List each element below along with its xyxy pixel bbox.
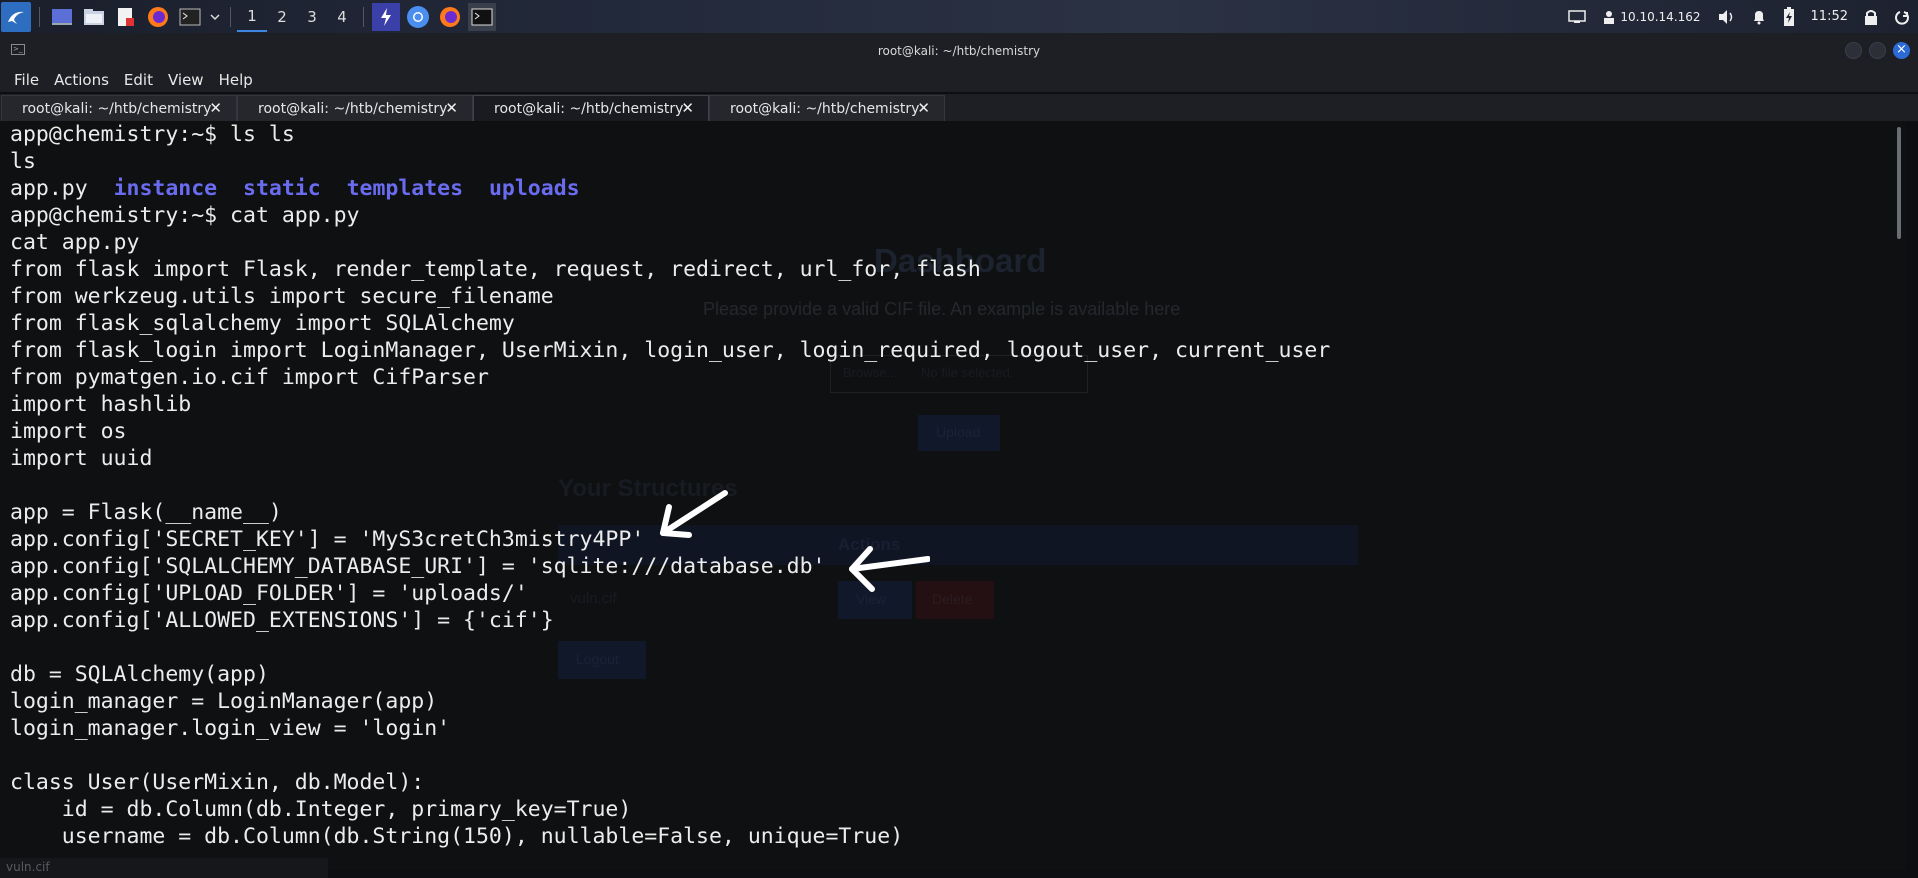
ip-address: 10.10.14.162	[1620, 9, 1701, 24]
display-icon[interactable]	[1568, 9, 1587, 24]
terminal-line: from pymatgen.io.cif import CifParser	[10, 365, 489, 390]
text-editor-icon[interactable]	[112, 3, 140, 31]
terminal-line: app.config['ALLOWED_EXTENSIONS'] = {'cif…	[10, 608, 554, 633]
kali-menu-icon[interactable]	[1, 1, 31, 32]
terminal-line: from flask import Flask, render_template…	[10, 257, 981, 282]
volume-icon[interactable]	[1717, 9, 1735, 25]
menu-edit[interactable]: Edit	[117, 71, 160, 89]
database-uri-line: app.config['SQLALCHEMY_DATABASE_URI'] = …	[10, 554, 826, 579]
terminal-line: app.config['UPLOAD_FOLDER'] = 'uploads/'	[10, 581, 528, 606]
close-tab-icon[interactable]: ✕	[917, 99, 930, 117]
ls-file: app.py	[10, 176, 88, 201]
firefox-icon[interactable]	[144, 3, 172, 31]
logout-icon[interactable]	[1894, 9, 1910, 25]
system-tray: 10.10.14.162 11:52	[1560, 0, 1918, 33]
terminal-output: app@chemistry:~$ ls ls ls app.py instanc…	[10, 121, 1330, 850]
ls-output-line: app.py instance static templates uploads	[10, 175, 1330, 202]
ls-dir: templates	[346, 176, 464, 201]
terminal-line: from flask_login import LoginManager, Us…	[10, 338, 1331, 363]
firefox-task-icon[interactable]	[436, 3, 464, 31]
notifications-icon[interactable]	[1751, 9, 1767, 25]
workspace-2[interactable]: 2	[267, 2, 297, 32]
tab-3[interactable]: root@kali: ~/htb/chemistry ✕	[473, 95, 709, 121]
desktop-icon[interactable]	[48, 3, 76, 31]
minimize-button[interactable]	[1845, 42, 1862, 59]
secret-key-line: app.config['SECRET_KEY'] = 'MyS3cretCh3m…	[10, 527, 645, 552]
chevron-down-icon[interactable]	[208, 3, 222, 31]
terminal-line: username = db.Column(db.String(150), nul…	[10, 824, 904, 849]
terminal-line: ls	[10, 149, 36, 174]
tab-label: root@kali: ~/htb/chemistry	[22, 100, 212, 117]
menubar: File Actions Edit View Help	[0, 68, 1918, 92]
ls-dir: instance	[113, 176, 218, 201]
tab-label: root@kali: ~/htb/chemistry	[258, 100, 448, 117]
terminal-line: cat app.py	[10, 230, 140, 255]
workspace-3[interactable]: 3	[297, 2, 327, 32]
workspace-1[interactable]: 1	[237, 2, 267, 32]
clock[interactable]: 11:52	[1811, 9, 1848, 24]
terminal-view[interactable]: Dashboard Please provide a valid CIF fil…	[0, 121, 1906, 870]
terminal-line: app = Flask(__name__)	[10, 500, 282, 525]
terminal-line: login_manager = LoginManager(app)	[10, 689, 438, 714]
terminal-line: class User(UserMixin, db.Model):	[10, 770, 425, 795]
close-tab-icon[interactable]: ✕	[681, 99, 694, 117]
battery-icon[interactable]	[1783, 6, 1795, 27]
lock-icon[interactable]	[1864, 9, 1878, 25]
terminal-line: import os	[10, 419, 127, 444]
tab-1[interactable]: root@kali: ~/htb/chemistry ✕	[1, 95, 237, 121]
maximize-button[interactable]	[1869, 42, 1886, 59]
terminal-line: login_manager.login_view = 'login'	[10, 716, 451, 741]
tab-label: root@kali: ~/htb/chemistry	[494, 100, 684, 117]
terminal-line: app@chemistry:~$ cat app.py	[10, 203, 360, 228]
menu-help[interactable]: Help	[212, 71, 260, 89]
terminal-line: db = SQLAlchemy(app)	[10, 662, 269, 687]
close-tab-icon[interactable]: ✕	[445, 99, 458, 117]
menu-file[interactable]: File	[7, 71, 46, 89]
terminal-scrollbar[interactable]	[1894, 121, 1906, 870]
file-manager-icon[interactable]	[80, 3, 108, 31]
window-titlebar[interactable]: >_ root@kali: ~/htb/chemistry ×	[0, 33, 1918, 68]
top-panel: 1 2 3 4 10.10.14.162 11:52	[0, 0, 1918, 33]
terminal-line: from werkzeug.utils import secure_filena…	[10, 284, 554, 309]
chromium-icon[interactable]	[404, 3, 432, 31]
tab-2[interactable]: root@kali: ~/htb/chemistry ✕	[237, 95, 473, 121]
ls-dir: static	[243, 176, 321, 201]
status-bar: vuln.cif	[0, 858, 328, 878]
terminal-line: app@chemistry:~$ ls ls	[10, 122, 295, 147]
tab-bar: root@kali: ~/htb/chemistry ✕ root@kali: …	[0, 94, 1918, 121]
ls-dir: uploads	[488, 176, 580, 201]
terminal-line: import hashlib	[10, 392, 192, 417]
terminal-line: import uuid	[10, 446, 153, 471]
tab-label: root@kali: ~/htb/chemistry	[730, 100, 920, 117]
scrollbar-thumb[interactable]	[1897, 127, 1901, 239]
window-icon[interactable]: >_	[11, 44, 25, 55]
terminal-task-icon[interactable]	[468, 2, 496, 31]
tab-4[interactable]: root@kali: ~/htb/chemistry ✕	[709, 95, 945, 121]
window-title: root@kali: ~/htb/chemistry	[877, 43, 1041, 58]
desktop: 1 2 3 4 10.10.14.162 11:52 >_ root@kali:…	[0, 0, 1918, 878]
terminal-icon[interactable]	[176, 3, 204, 31]
terminal-line: from flask_sqlalchemy import SQLAlchemy	[10, 311, 515, 336]
workspace-4[interactable]: 4	[327, 2, 357, 32]
terminal-line: id = db.Column(db.Integer, primary_key=T…	[10, 797, 632, 822]
status-text: vuln.cif	[6, 860, 50, 874]
menu-view[interactable]: View	[161, 71, 211, 89]
menu-actions[interactable]: Actions	[47, 71, 116, 89]
vpn-indicator[interactable]: 10.10.14.162	[1602, 9, 1701, 24]
burp-icon[interactable]	[372, 2, 400, 31]
close-window-button[interactable]: ×	[1893, 42, 1910, 59]
close-tab-icon[interactable]: ✕	[209, 99, 222, 117]
